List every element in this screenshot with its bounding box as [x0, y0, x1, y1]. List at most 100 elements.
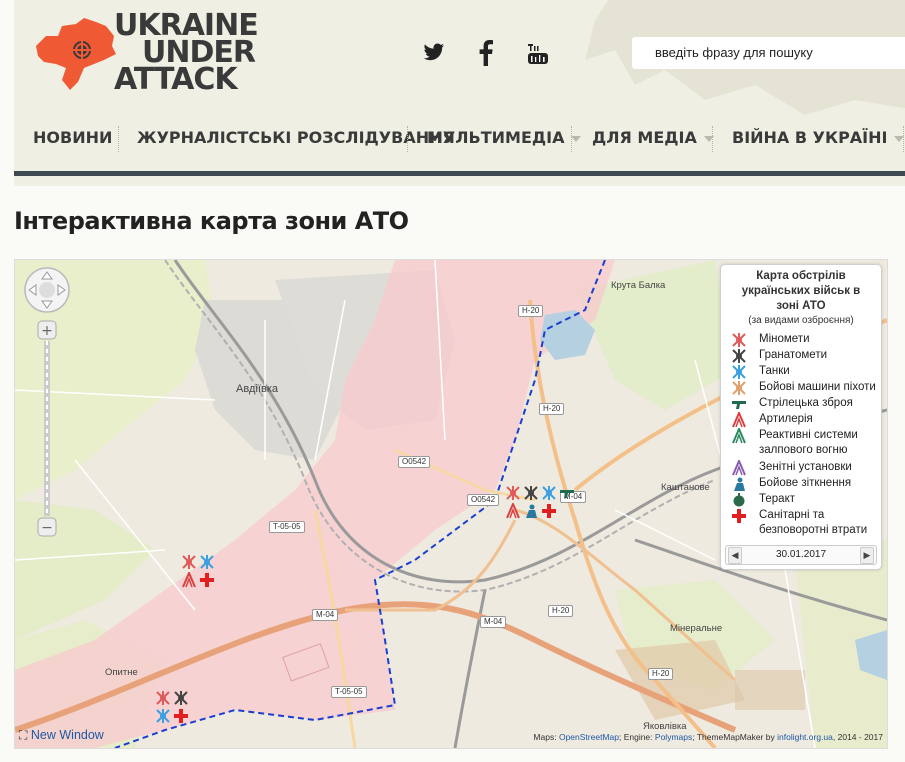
infolight-link[interactable]: infolight.org.ua: [777, 732, 833, 742]
legend-item-label: Теракт: [759, 493, 795, 505]
casualties-marker[interactable]: [199, 572, 215, 588]
new-window-label: New Window: [30, 728, 104, 742]
artillery-marker[interactable]: [505, 501, 521, 519]
nav-item-for-media[interactable]: ДЛЯ МЕДІА: [592, 118, 714, 158]
legend-item-label: Зенітні установки: [759, 461, 852, 473]
road-label: T-05-05: [331, 686, 367, 698]
grenade-launcher-marker[interactable]: [173, 690, 189, 706]
date-selector[interactable]: ◀ 30.01.2017 ▶: [725, 545, 877, 565]
legend-item-label: Бойові машини піхоти: [759, 381, 876, 393]
next-date-button[interactable]: ▶: [860, 547, 874, 564]
mortar-marker[interactable]: [181, 554, 197, 570]
nav-separator: [407, 126, 408, 152]
current-date: 30.01.2017: [775, 549, 827, 560]
main-nav: НОВИНИ ЖУРНАЛІСТСЬКІ РОЗСЛІДУВАННЯ МУЛЬТ…: [14, 118, 905, 158]
place-label: Каштанове: [661, 482, 710, 493]
nav-label: ДЛЯ МЕДІА: [592, 128, 697, 147]
attribution-engine-prefix: ; Engine:: [618, 732, 653, 742]
legend-subtitle: (за видами озброєння): [748, 315, 854, 326]
road-label: O0542: [467, 494, 500, 506]
legend-item-label: Стрілецька зброя: [759, 397, 853, 409]
legend-title: Карта обстрілів українських військ в зон…: [741, 270, 861, 312]
legend-item-label: Танки: [759, 365, 790, 377]
small-arms-marker[interactable]: [559, 485, 575, 501]
legend-item-label: Реактивні системи залпового вогню: [759, 429, 858, 456]
nav-separator: [712, 126, 713, 152]
place-label: Мінеральне: [670, 623, 723, 634]
legend-item-label: Санітарні та безповоротні втрати: [759, 509, 868, 536]
new-window-link[interactable]: ⛶ New Window: [19, 728, 104, 743]
interactive-map[interactable]: + − Авдіївка Крута Балка Каштанове Мінер…: [14, 259, 888, 749]
twitter-icon[interactable]: [422, 40, 446, 64]
nav-divider: [14, 171, 905, 176]
chevron-down-icon: [571, 135, 582, 142]
facebook-icon[interactable]: [478, 40, 494, 66]
road-label: M-04: [312, 609, 339, 621]
road-label: H-20: [648, 668, 674, 680]
nav-separator: [571, 126, 572, 152]
plus-icon: +: [41, 323, 53, 339]
search-input[interactable]: введіть фразу для пошуку: [632, 37, 905, 69]
grenade-launcher-marker[interactable]: [523, 485, 539, 501]
attribution-prefix: Maps:: [533, 732, 557, 742]
youtube-icon[interactable]: [526, 42, 550, 66]
grenade-launcher-icon: [731, 348, 747, 364]
site-header: UKRAINE UNDER ATTACK введіть фразу для п…: [14, 0, 905, 186]
place-label: Яковлівка: [643, 721, 687, 732]
road-label: T-05-05: [269, 521, 305, 533]
casualties-icon: [731, 508, 747, 524]
mlrs-icon: [731, 426, 747, 444]
site-logo-text[interactable]: UKRAINE UNDER ATTACK: [114, 11, 259, 97]
combat-clash-marker[interactable]: [523, 503, 539, 519]
artillery-icon: [731, 410, 747, 428]
place-label: Опитне: [105, 667, 138, 678]
place-label: Авдіївка: [236, 383, 278, 395]
polymaps-link[interactable]: Polymaps: [655, 732, 692, 742]
nav-label: МУЛЬТИМЕДІА: [427, 128, 565, 147]
road-label: M-04: [480, 616, 507, 628]
mortar-icon: [731, 332, 747, 348]
legend-item-label: Міномети: [759, 333, 810, 345]
nav-item-news[interactable]: НОВИНИ: [33, 118, 112, 158]
attribution-years: , 2014 - 2017: [832, 732, 883, 742]
nav-label: ВІЙНА В УКРАЇНІ: [732, 128, 888, 147]
attribution-tmm-text: ; ThemeMapMaker by: [692, 732, 775, 742]
road-label: H-20: [548, 605, 574, 617]
casualties-marker[interactable]: [541, 503, 557, 519]
road-label: H-20: [539, 403, 565, 415]
nav-separator: [118, 126, 119, 152]
prev-date-button[interactable]: ◀: [728, 547, 742, 564]
casualties-marker[interactable]: [173, 708, 189, 724]
tank-marker[interactable]: [541, 485, 557, 501]
expand-icon: ⛶: [19, 728, 28, 742]
tank-icon: [731, 364, 747, 380]
pan-control[interactable]: [24, 267, 70, 313]
road-label: O0542: [398, 456, 431, 468]
tank-marker[interactable]: [155, 708, 171, 724]
legend-item-label: Артилерія: [759, 413, 813, 425]
terror-attack-icon: [731, 492, 747, 508]
mortar-marker[interactable]: [505, 485, 521, 501]
nav-item-multimedia[interactable]: МУЛЬТИМЕДІА: [427, 118, 582, 158]
minus-icon: −: [41, 520, 53, 536]
page-title: Інтерактивна карта зони АТО: [14, 207, 409, 235]
zoom-control: + −: [24, 267, 70, 537]
artillery-marker[interactable]: [181, 570, 197, 588]
map-legend: Карта обстрілів українських військ в зон…: [720, 264, 882, 570]
nav-item-war-in-ukraine[interactable]: ВІЙНА В УКРАЇНІ: [732, 118, 905, 158]
ukraine-map-logo[interactable]: [32, 12, 117, 92]
openstreetmap-link[interactable]: OpenStreetMap: [559, 732, 619, 742]
tank-marker[interactable]: [199, 554, 215, 570]
nav-label: НОВИНИ: [33, 128, 113, 147]
nav-separator: [903, 126, 904, 152]
legend-item-label: Бойове зіткнення: [759, 477, 852, 489]
anti-aircraft-icon: [731, 458, 747, 476]
small-arms-icon: [731, 396, 747, 412]
legend-item-label: Гранатомети: [759, 349, 828, 361]
map-attribution: Maps: OpenStreetMap; Engine: Polymaps; T…: [533, 732, 883, 742]
mortar-marker[interactable]: [155, 690, 171, 706]
place-label: Крута Балка: [611, 280, 666, 291]
logo-line-3: ATTACK: [114, 62, 238, 97]
combat-clash-icon: [731, 476, 747, 492]
road-label: H-20: [518, 305, 544, 317]
